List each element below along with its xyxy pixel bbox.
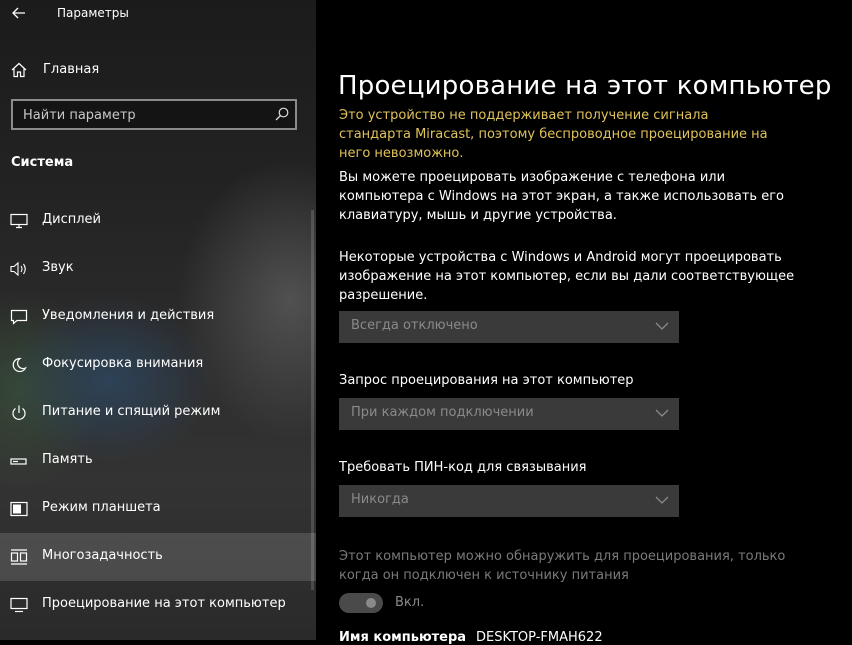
app-title: Параметры [57,6,129,20]
sidebar-item-label: Проецирование на этот компьютер [42,596,286,611]
sidebar-item-notifications[interactable]: Уведомления и действия [0,293,316,341]
power-toggle[interactable] [339,593,383,613]
tablet-icon [10,501,28,517]
power-discoverable-text: Этот компьютер можно обнаружить для прое… [339,549,786,583]
sidebar-item-sound[interactable]: Звук [0,245,316,293]
sidebar-item-label: Питание и спящий режим [42,404,221,419]
sidebar-item-label: Многозадачность [42,548,163,563]
request-label: Запрос проецирования на этот компьютер [339,373,634,388]
pin-label: Требовать ПИН-код для связывания [339,460,587,475]
speaker-icon [10,261,26,277]
notification-icon [10,309,28,325]
sidebar-item-label: Фокусировка внимания [42,356,204,371]
sidebar-item-label: Память [42,452,93,467]
sidebar-item-power[interactable]: Питание и спящий режим [0,389,316,437]
sidebar-item-storage[interactable]: Память [0,437,316,485]
sidebar-item-label: Дисплей [42,212,102,227]
home-icon [11,62,27,78]
main-content: Проецирование на этот компьютер Это устр… [316,0,852,645]
storage-icon [10,458,27,465]
request-dropdown[interactable]: При каждом подключении [339,398,679,430]
page-title: Проецирование на этот компьютер [338,71,832,102]
pc-name-label: Имя компьютера [339,630,467,645]
monitor-icon [10,213,28,229]
sidebar-item-display[interactable]: Дисплей [0,197,316,245]
sidebar-scrollbar[interactable] [311,210,314,590]
chevron-down-icon [655,322,669,330]
sidebar-item-label: Режим планшета [42,500,161,515]
nav-list: Дисплей Звук Уведомления и действия Фоку… [0,197,316,629]
description-text: Вы можете проецировать изображение с тел… [339,170,785,223]
power-toggle-label: Вкл. [395,595,425,610]
search-icon[interactable] [275,107,289,121]
moon-icon [12,357,27,373]
request-dropdown-value: При каждом подключении [351,405,534,420]
nav-home-label: Главная [43,62,100,77]
projecting-icon [10,597,28,613]
title-bar: Параметры [0,0,316,28]
chevron-down-icon [655,409,669,417]
miracast-warning: Это устройство не поддерживает получение… [339,108,768,161]
pin-dropdown[interactable]: Никогда [339,485,679,517]
pin-dropdown-value: Никогда [351,492,409,507]
back-arrow-icon [12,7,25,19]
nav-home[interactable]: Главная [0,56,316,84]
search-box[interactable] [11,99,297,130]
search-input[interactable] [13,101,265,130]
sidebar-item-projecting[interactable]: Проецирование на этот компьютер [0,581,316,629]
pc-name-value: DESKTOP-FMAH622 [476,630,603,645]
permission-dropdown[interactable]: Всегда отключено [339,311,679,343]
chevron-down-icon [655,496,669,504]
permission-dropdown-value: Всегда отключено [351,318,478,333]
sidebar: Параметры Главная Система Дисплей З [0,0,316,640]
power-icon [12,405,26,420]
section-title: Система [11,155,74,170]
sidebar-item-multitasking[interactable]: Многозадачность [0,533,316,581]
toggle-knob [366,598,376,608]
multitasking-icon [10,549,28,565]
sidebar-item-tablet[interactable]: Режим планшета [0,485,316,533]
permission-text: Некоторые устройства с Windows и Android… [339,250,795,303]
sidebar-item-focus[interactable]: Фокусировка внимания [0,341,316,389]
sidebar-item-label: Уведомления и действия [42,308,215,323]
sidebar-item-label: Звук [42,260,74,275]
back-button[interactable] [6,2,32,24]
